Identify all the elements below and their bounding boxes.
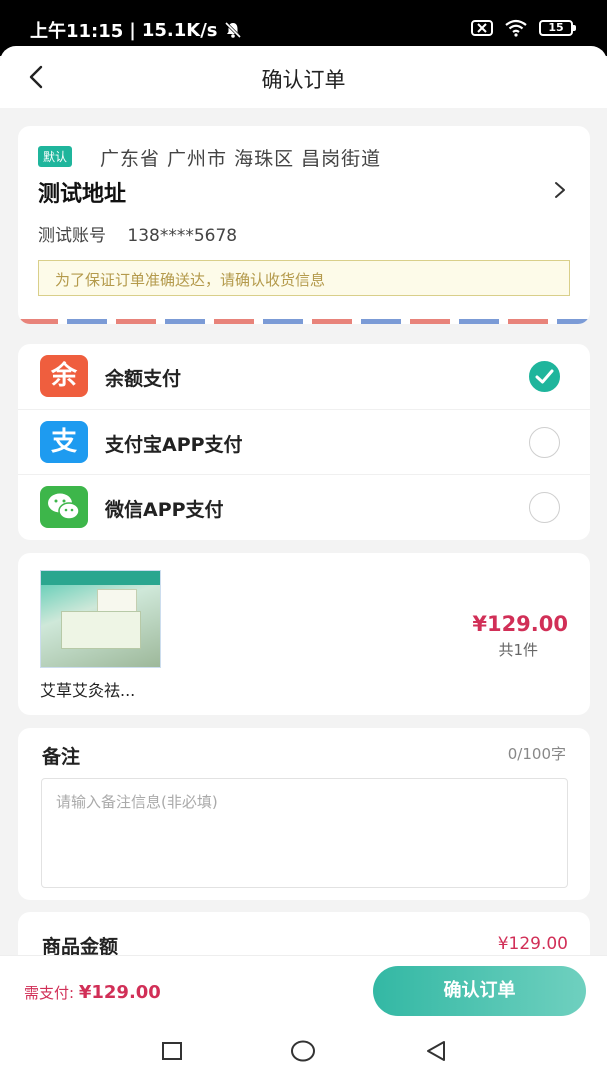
- wechat-icon: [40, 486, 88, 528]
- sim-off-icon: [471, 20, 493, 36]
- address-region: 广东省 广州市 海珠区 昌岗街道: [100, 148, 382, 170]
- mute-bell-icon: [224, 21, 241, 39]
- balance-icon: 余: [40, 355, 88, 397]
- remark-card: 备注 0/100字: [18, 728, 590, 900]
- payment-option-wechat[interactable]: 微信APP支付: [18, 474, 590, 539]
- radio-checked-icon[interactable]: [529, 361, 560, 392]
- default-badge: 默认: [38, 146, 73, 167]
- payment-option-alipay[interactable]: 支 支付宝APP支付: [18, 409, 590, 474]
- goods-card[interactable]: 艾草艾灸祛... ¥129.00 共1件: [18, 553, 590, 715]
- need-pay-label: 需支付:: [24, 984, 75, 1002]
- chevron-right-icon[interactable]: [552, 180, 568, 200]
- payment-label: 余额支付: [105, 368, 182, 390]
- need-pay: 需支付: ¥129.00: [24, 982, 161, 1003]
- envelope-stripe: [18, 319, 590, 324]
- product-name: 艾草艾灸祛...: [40, 681, 136, 700]
- payment-label: 微信APP支付: [105, 499, 224, 521]
- remark-title: 备注: [42, 746, 81, 768]
- payment-methods: 余 余额支付 支 支付宝APP支付 微信APP支付: [18, 344, 590, 540]
- home-icon[interactable]: [290, 1039, 316, 1063]
- amount-value: ¥129.00: [497, 934, 568, 954]
- radio-unchecked-icon[interactable]: [529, 427, 560, 458]
- network-speed: 15.1K/s: [141, 19, 218, 41]
- nav-bar: 确认订单: [0, 46, 607, 108]
- page-title: 确认订单: [261, 68, 346, 92]
- payment-option-balance[interactable]: 余 余额支付: [18, 344, 590, 409]
- product-quantity: 共1件: [498, 641, 538, 659]
- contact-phone: 138****5678: [127, 226, 238, 246]
- product-price: ¥129.00: [472, 612, 568, 636]
- contact-name: 测试账号: [38, 226, 106, 246]
- back-icon[interactable]: [424, 1039, 448, 1063]
- confirm-order-button[interactable]: 确认订单: [373, 966, 586, 1016]
- payment-label: 支付宝APP支付: [105, 434, 243, 456]
- address-contact: 测试账号 138****5678: [38, 221, 253, 246]
- address-notice: 为了保证订单准确送达，请确认收货信息: [38, 260, 570, 296]
- address-card[interactable]: 默认 广东省 广州市 海珠区 昌岗街道 测试地址 测试账号 138****567…: [18, 126, 590, 324]
- status-time: 上午11:15: [30, 21, 124, 42]
- recent-apps-icon[interactable]: [160, 1039, 184, 1063]
- checkout-bar: 需支付: ¥129.00 确认订单: [0, 955, 607, 1025]
- need-pay-value: ¥129.00: [78, 982, 161, 1003]
- system-nav-bar: [0, 1025, 607, 1080]
- product-image: [40, 570, 161, 668]
- battery-icon: 15: [539, 20, 576, 36]
- address-name: 测试地址: [38, 182, 127, 207]
- wifi-icon: [505, 19, 527, 37]
- alipay-icon: 支: [40, 421, 88, 463]
- remark-input[interactable]: [41, 778, 568, 888]
- radio-unchecked-icon[interactable]: [529, 492, 560, 523]
- remark-char-count: 0/100字: [507, 745, 566, 763]
